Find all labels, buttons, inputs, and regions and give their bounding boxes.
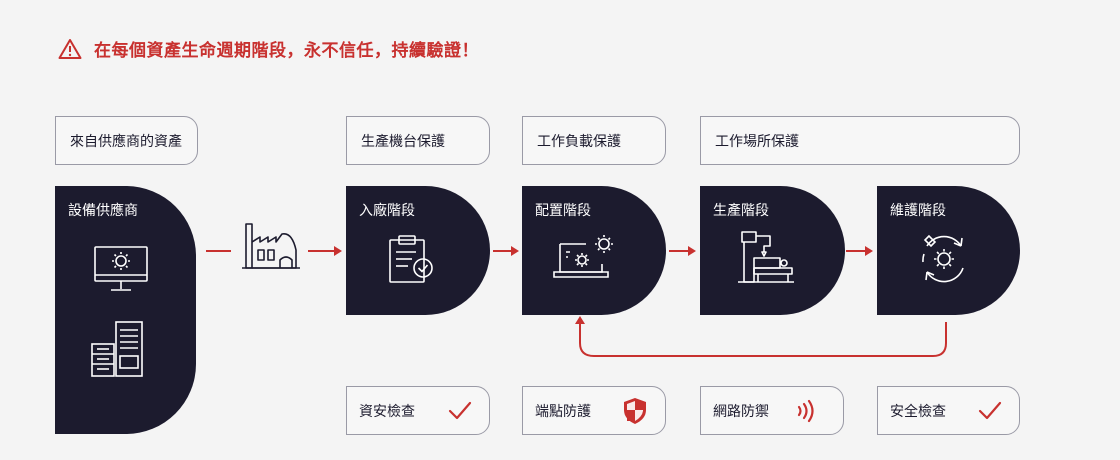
shield-icon: [624, 398, 646, 424]
stage-supplier: 設備供應商: [55, 186, 196, 434]
stage-maintenance: 維護階段: [877, 186, 1020, 315]
maintenance-cycle-icon: [922, 234, 964, 283]
check-security-inspection-label: 資安檢查: [359, 403, 415, 420]
laptop-gears-icon: [553, 235, 613, 278]
stage-intake-title: 入廠階段: [359, 203, 415, 219]
factory-icon: [242, 223, 300, 269]
signal-waves-icon: [797, 399, 814, 423]
clipboard-check-icon: [389, 235, 433, 283]
stage-production-title: 生產階段: [713, 203, 769, 219]
stage-intake: 入廠階段: [346, 186, 490, 315]
stage-production: 生產階段: [700, 186, 845, 315]
checkmark-icon: [978, 401, 1002, 420]
check-safety-inspection: 安全檢查: [877, 386, 1020, 435]
check-network-defense-label: 網路防禦: [713, 403, 769, 420]
checkmark-icon: [448, 401, 472, 420]
arrow-maintenance-to-config: [579, 322, 947, 357]
stage-configuration: 配置階段: [522, 186, 666, 315]
check-safety-inspection-label: 安全檢查: [890, 403, 946, 420]
check-security-inspection: 資安檢查: [346, 386, 490, 435]
machine-tool-icon: [738, 231, 794, 283]
stage-maintenance-title: 維護階段: [890, 203, 946, 219]
stage-supplier-title: 設備供應商: [68, 203, 138, 219]
check-network-defense: 網路防禦: [700, 386, 844, 435]
check-endpoint-protection-label: 端點防護: [535, 403, 591, 420]
stage-configuration-title: 配置階段: [535, 203, 591, 219]
check-endpoint-protection: 端點防護: [522, 386, 666, 435]
server-building-icon: [91, 321, 143, 377]
monitor-gear-icon: [94, 246, 148, 291]
